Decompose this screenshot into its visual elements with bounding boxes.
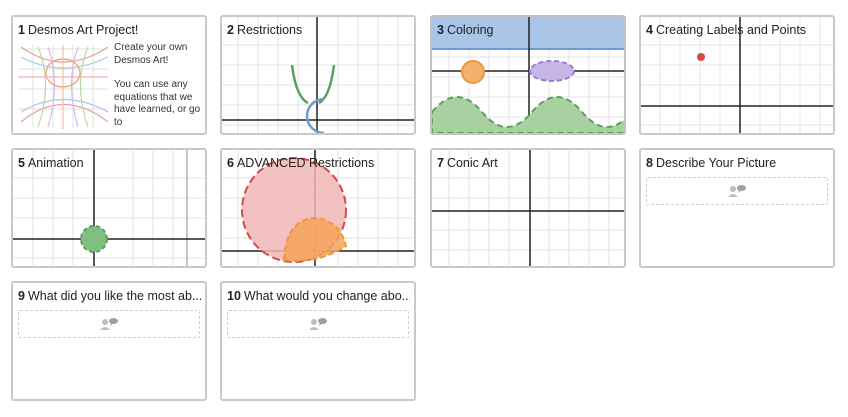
response-area[interactable] bbox=[646, 177, 828, 205]
card-2-restrictions[interactable]: 2 Restrictions bbox=[220, 15, 416, 135]
card-4-labels-and-points[interactable]: 4 Creating Labels and Points bbox=[639, 15, 835, 135]
card-10-would-change[interactable]: 10 What would you change abo... bbox=[220, 281, 416, 401]
card-9-liked-most[interactable]: 9 What did you like the most ab... bbox=[11, 281, 207, 401]
card-title: 9 What did you like the most ab... bbox=[18, 289, 201, 303]
response-area[interactable] bbox=[227, 310, 409, 338]
card-title: 7 Conic Art bbox=[437, 156, 498, 170]
card-3-coloring[interactable]: 3 Coloring bbox=[430, 15, 626, 135]
card-title: 6 ADVANCED Restrictions bbox=[227, 156, 375, 170]
card-title: 10 What would you change abo... bbox=[227, 289, 410, 303]
card-title: 1 Desmos Art Project! bbox=[18, 23, 139, 37]
card-title: 2 Restrictions bbox=[227, 23, 303, 37]
card-title: 3 Coloring bbox=[437, 23, 494, 37]
description-line-2: You can use any equations that we have l… bbox=[114, 79, 201, 128]
card-description: Create your own Desmos Art! You can use … bbox=[114, 42, 205, 133]
card-title: 4 Creating Labels and Points bbox=[646, 23, 807, 37]
card-7-conic-art[interactable]: 7 Conic Art bbox=[430, 148, 626, 268]
response-bubble-icon bbox=[309, 318, 327, 330]
card-title: 8 Describe Your Picture bbox=[646, 156, 777, 170]
description-line-1: Create your own Desmos Art! bbox=[114, 42, 188, 66]
card-6-advanced-restrictions[interactable]: 6 ADVANCED Restrictions bbox=[220, 148, 416, 268]
response-bubble-icon bbox=[728, 185, 746, 197]
card-1-desmos-art-project[interactable]: 1 Desmos Art Project! Create your own Des… bbox=[11, 15, 207, 135]
card-8-describe-your-picture[interactable]: 8 Describe Your Picture bbox=[639, 148, 835, 268]
response-area[interactable] bbox=[18, 310, 200, 338]
card-5-animation[interactable]: 5 Animation bbox=[11, 148, 207, 268]
card-title: 5 Animation bbox=[18, 156, 84, 170]
response-bubble-icon bbox=[100, 318, 118, 330]
